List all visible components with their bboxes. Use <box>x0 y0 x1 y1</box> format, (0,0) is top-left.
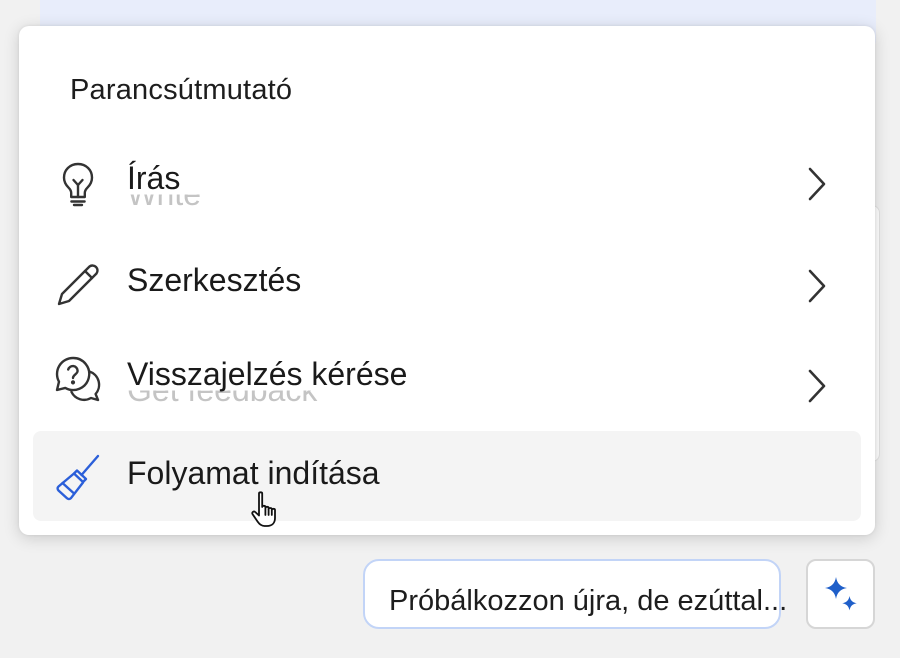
menu-item-label: Szerkesztés <box>127 262 302 298</box>
copilot-screen: Parancsútmutató Write Írás Szerkesztés G… <box>0 0 900 658</box>
broom-icon <box>53 453 103 503</box>
pencil-icon <box>53 260 103 310</box>
hand-cursor-icon <box>250 490 284 528</box>
question-chat-icon <box>53 354 103 404</box>
menu-item-label: Írás <box>127 160 181 196</box>
suggestion-chip[interactable]: Próbálkozzon újra, de ezúttal... <box>363 559 787 629</box>
menu-title: Parancsútmutató <box>70 74 293 106</box>
chevron-right-icon <box>803 166 831 202</box>
prompt-guide-button[interactable] <box>806 559 875 629</box>
chevron-right-icon <box>803 368 831 404</box>
menu-item-write[interactable]: Write Írás <box>33 136 861 226</box>
menu-item-feedback[interactable]: Get feedback Visszajelzés kérése <box>33 332 861 422</box>
sparkle-icon <box>825 577 857 611</box>
menu-item-label: Visszajelzés kérése <box>127 356 408 392</box>
menu-item-label: Folyamat indítása <box>127 455 380 491</box>
prompt-guide-menu: Parancsútmutató Write Írás Szerkesztés G… <box>19 26 875 535</box>
menu-item-edit[interactable]: Szerkesztés <box>33 238 861 328</box>
suggestion-text: Próbálkozzon újra, de ezúttal... <box>389 585 788 617</box>
menu-item-start-process[interactable]: Folyamat indítása <box>33 431 861 521</box>
chevron-right-icon <box>803 268 831 304</box>
lightbulb-icon <box>53 158 103 208</box>
